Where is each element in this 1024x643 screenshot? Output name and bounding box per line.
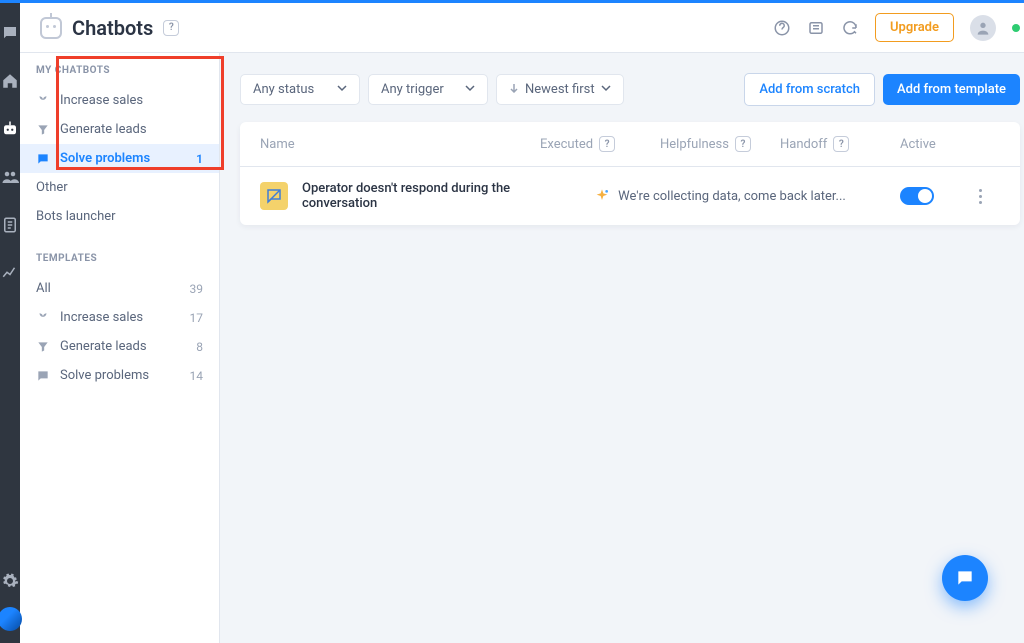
table-row[interactable]: Operator doesn't respond during the conv… — [240, 167, 1020, 225]
upgrade-button[interactable]: Upgrade — [875, 13, 954, 42]
column-header-active: Active — [900, 137, 970, 152]
plant-icon — [36, 311, 50, 325]
chat-icon — [36, 152, 50, 166]
nav-chatbots-icon[interactable] — [0, 119, 20, 139]
sidebar-item-other[interactable]: Other — [20, 173, 219, 202]
executed-help-icon[interactable]: ? — [599, 136, 615, 152]
chevron-down-icon — [465, 82, 475, 97]
sidebar-templates-heading: TEMPLATES — [36, 253, 203, 264]
collecting-text: We're collecting data, come back later..… — [618, 189, 846, 204]
sparkle-icon — [594, 188, 610, 204]
nav-home-icon[interactable] — [0, 71, 20, 91]
sidebar-item-label: Increase sales — [60, 310, 143, 325]
online-status-indicator — [1012, 24, 1020, 32]
header-bar: Chatbots ? Upgrade — [20, 3, 1024, 53]
column-header-handoff: Handoff — [780, 137, 827, 152]
nav-docs-icon[interactable] — [0, 215, 20, 235]
sidebar-item-label: Other — [36, 180, 68, 195]
refresh-icon[interactable] — [841, 19, 859, 37]
sort-dropdown[interactable]: Newest first — [496, 74, 624, 105]
handoff-help-icon[interactable]: ? — [833, 136, 849, 152]
funnel-icon — [36, 340, 50, 354]
sidebar-item-increase-sales[interactable]: Increase sales — [20, 86, 219, 115]
sidebar-item-label: Solve problems — [60, 368, 149, 383]
sidebar-item-label: Solve problems — [60, 151, 150, 166]
page-help-icon[interactable]: ? — [163, 20, 179, 36]
nav-analytics-icon[interactable] — [0, 263, 20, 283]
sidebar-item-bots-launcher[interactable]: Bots launcher — [20, 202, 219, 231]
news-icon[interactable] — [807, 19, 825, 37]
chat-fab-button[interactable] — [942, 555, 988, 601]
bot-name: Operator doesn't respond during the conv… — [302, 181, 512, 211]
nav-chat-icon[interactable] — [0, 23, 20, 43]
sidebar-item-count: 8 — [196, 340, 203, 354]
chatbots-header-icon — [40, 17, 62, 39]
nav-settings-icon[interactable] — [0, 571, 20, 591]
chat-icon — [36, 369, 50, 383]
sidebar-my-chatbots-heading: MY CHATBOTS — [36, 65, 203, 76]
main-panel: Any status Any trigger Newest first — [220, 53, 1024, 643]
page-title: Chatbots — [72, 16, 153, 40]
filter-trigger-dropdown[interactable]: Any trigger — [368, 74, 488, 105]
sidebar-item-label: Bots launcher — [36, 209, 116, 224]
sidebar-item-label: Increase sales — [60, 93, 143, 108]
user-avatar[interactable] — [970, 15, 996, 41]
column-header-name: Name — [260, 137, 540, 152]
sidebar-item-label: Generate leads — [60, 122, 147, 137]
nav-rail — [0, 3, 20, 643]
active-toggle[interactable] — [900, 187, 934, 205]
add-from-template-button[interactable]: Add from template — [883, 74, 1020, 105]
brand-logo-icon[interactable] — [0, 607, 22, 631]
chevron-down-icon — [601, 82, 611, 97]
plant-icon — [36, 94, 50, 108]
sidebar-template-increase-sales[interactable]: Increase sales 17 — [20, 303, 219, 332]
sidebar-item-generate-leads[interactable]: Generate leads — [20, 115, 219, 144]
sidebar-template-all[interactable]: All 39 — [20, 274, 219, 303]
funnel-icon — [36, 123, 50, 137]
sidebar-template-generate-leads[interactable]: Generate leads 8 — [20, 332, 219, 361]
arrow-down-icon — [509, 82, 519, 97]
filter-status-dropdown[interactable]: Any status — [240, 74, 360, 105]
help-center-icon[interactable] — [773, 19, 791, 37]
nav-people-icon[interactable] — [0, 167, 20, 187]
bots-table: Name Executed ? Helpfulness ? Handoff — [240, 122, 1020, 225]
bot-avatar-icon — [260, 182, 288, 210]
add-from-scratch-button[interactable]: Add from scratch — [744, 73, 875, 106]
sidebar-item-label: All — [36, 281, 51, 296]
sidebar-item-count: 1 — [196, 152, 203, 166]
row-menu-button[interactable] — [970, 186, 990, 206]
sidebar-item-count: 39 — [190, 282, 204, 296]
sidebar-item-count: 17 — [190, 311, 204, 325]
dropdown-label: Any status — [253, 82, 314, 97]
column-header-executed: Executed — [540, 137, 593, 152]
sidebar: MY CHATBOTS Increase sales Generate lead… — [20, 53, 220, 643]
sidebar-item-solve-problems[interactable]: Solve problems 1 — [20, 144, 219, 173]
sidebar-item-count: 14 — [190, 369, 204, 383]
dropdown-label: Newest first — [525, 82, 595, 97]
dropdown-label: Any trigger — [381, 82, 444, 97]
sidebar-item-label: Generate leads — [60, 339, 147, 354]
sidebar-template-solve-problems[interactable]: Solve problems 14 — [20, 361, 219, 390]
column-header-helpfulness: Helpfulness — [660, 137, 729, 152]
chevron-down-icon — [337, 82, 347, 97]
helpfulness-help-icon[interactable]: ? — [735, 136, 751, 152]
